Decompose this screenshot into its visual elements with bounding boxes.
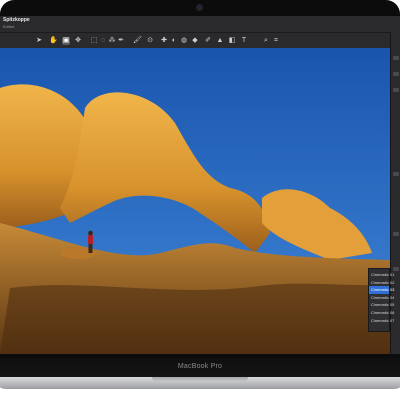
heal-icon[interactable]: ✚ bbox=[160, 37, 168, 45]
inspector-swatch[interactable] bbox=[393, 72, 399, 76]
arrow-pointer-icon[interactable]: ➤ bbox=[35, 37, 43, 45]
preset-dropdown[interactable]: Cinematic 01 Cinematic 02 Cinematic 03 Cine… bbox=[368, 268, 394, 332]
photo-canvas[interactable] bbox=[0, 48, 390, 354]
device-label: MacBook Pro bbox=[177, 363, 223, 370]
inspector-swatch[interactable] bbox=[393, 88, 399, 92]
lasso-icon[interactable]: ◌ bbox=[99, 37, 107, 45]
photo bbox=[0, 48, 390, 354]
preset-menu-item[interactable]: Cinematic 04 bbox=[369, 294, 394, 302]
preset-menu-item[interactable]: Cinematic 03 bbox=[369, 286, 394, 294]
preset-menu-item[interactable]: Cinematic 02 bbox=[369, 279, 394, 287]
preset-menu-item[interactable]: Cinematic 07 bbox=[369, 317, 394, 325]
brush-icon[interactable]: 🖌 bbox=[133, 37, 142, 45]
preset-menu-item[interactable]: Cinematic 01 bbox=[369, 271, 394, 279]
rectangle-select-icon[interactable]: ⬚ bbox=[90, 37, 98, 45]
blur-icon[interactable]: ◍ bbox=[180, 37, 188, 45]
camera-icon bbox=[197, 5, 202, 10]
selection-tool-icon[interactable]: ▣ bbox=[62, 37, 70, 45]
dodge-icon[interactable]: ◐ bbox=[170, 37, 178, 45]
inspector-swatch[interactable] bbox=[393, 232, 399, 236]
sharpen-icon[interactable]: ◆ bbox=[191, 37, 199, 45]
hand-icon[interactable]: ✋ bbox=[49, 37, 58, 45]
zoom-icon[interactable]: ⌕ bbox=[262, 37, 270, 45]
inspector-swatch[interactable] bbox=[393, 172, 399, 176]
title-bar: Spitzkoppe Edited bbox=[0, 16, 400, 32]
lid-notch bbox=[152, 377, 248, 382]
transform-icon[interactable]: ✥ bbox=[74, 37, 82, 45]
screen: Spitzkoppe Edited ➤ ✋ ▣ ✥ ⬚ ◌ ⁂ ✒ 🖌 ⊙ ✚ ◐ ◍ ◆ ✐ ▲ ◧ T ⌕ ⌗ bbox=[0, 16, 400, 354]
document-title: Spitzkoppe bbox=[3, 17, 30, 23]
fill-icon[interactable]: ▲ bbox=[216, 37, 224, 45]
inspector-swatch[interactable] bbox=[393, 267, 399, 271]
text-tool-icon[interactable]: T bbox=[240, 37, 248, 45]
clone-icon[interactable]: ⊙ bbox=[146, 37, 154, 45]
crop-icon[interactable]: ⌗ bbox=[272, 37, 280, 45]
document-status: Edited bbox=[3, 24, 15, 29]
pen-icon[interactable]: ✒ bbox=[117, 37, 125, 45]
preset-menu-item[interactable]: Cinematic 05 bbox=[369, 301, 394, 309]
shape-icon[interactable]: ◧ bbox=[228, 37, 236, 45]
inspector-swatch[interactable] bbox=[393, 56, 399, 60]
toolbar: ➤ ✋ ▣ ✥ ⬚ ◌ ⁂ ✒ 🖌 ⊙ ✚ ◐ ◍ ◆ ✐ ▲ ◧ T ⌕ ⌗ bbox=[0, 32, 390, 49]
magic-select-icon[interactable]: ⁂ bbox=[108, 37, 116, 45]
preset-menu-item[interactable]: Cinematic 06 bbox=[369, 309, 394, 317]
color-picker-icon[interactable]: ✐ bbox=[204, 37, 212, 45]
